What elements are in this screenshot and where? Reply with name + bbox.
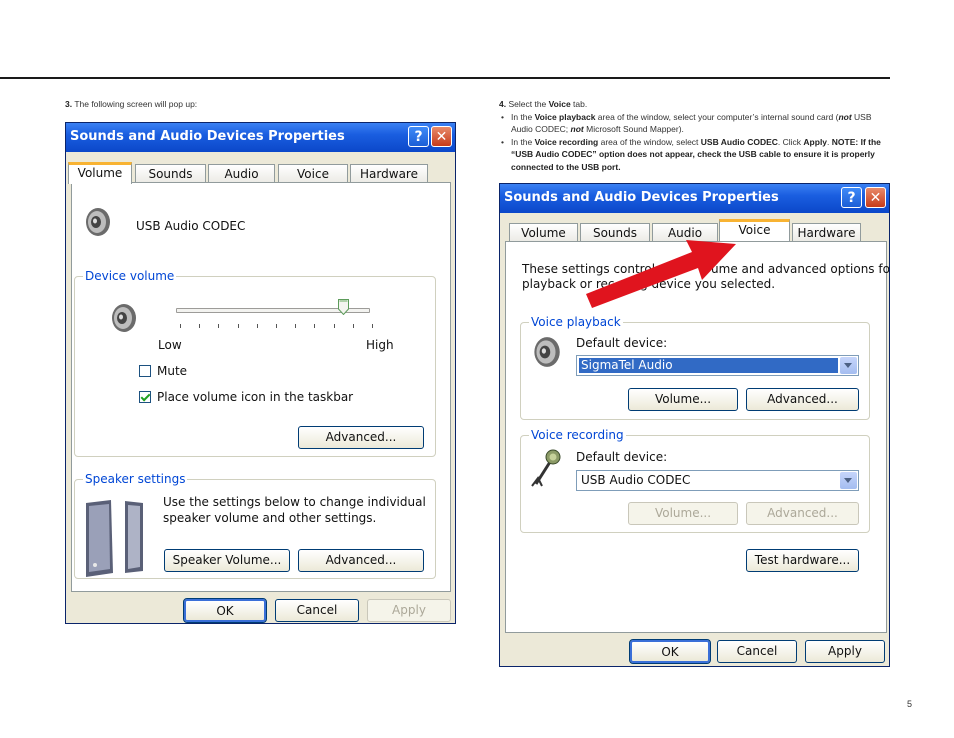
slider-tick	[295, 324, 297, 328]
speaker-info-line-1: Use the settings below to change individ…	[163, 495, 426, 509]
step-3-text: 3. The following screen will pop up:	[65, 99, 198, 109]
speaker-icon	[86, 208, 110, 236]
ok-button[interactable]: OK	[183, 598, 267, 623]
speaker-icon	[112, 304, 136, 332]
tab-hardware[interactable]: Hardware	[350, 164, 428, 182]
recording-device-value: USB Audio CODEC	[581, 473, 691, 487]
title-bar: Sounds and Audio Devices Properties ? ✕	[500, 184, 889, 213]
tab-volume[interactable]: Volume	[509, 223, 578, 241]
slider-tick	[352, 324, 354, 328]
voice-recording-label: Voice recording	[529, 428, 626, 442]
ok-button[interactable]: OK	[629, 639, 711, 664]
slider-tick	[314, 324, 316, 328]
slider-tick	[199, 324, 201, 328]
test-hardware-button[interactable]: Test hardware...	[746, 549, 859, 572]
slider-tick	[218, 324, 220, 328]
playback-device-select[interactable]: SigmaTel Audio	[576, 355, 859, 376]
mute-label: Mute	[157, 364, 188, 378]
help-button[interactable]: ?	[841, 187, 862, 208]
dialog-title: Sounds and Audio Devices Properties	[504, 190, 779, 205]
slider-tick	[180, 324, 181, 328]
playback-device-value: SigmaTel Audio	[579, 358, 838, 373]
apply-button[interactable]: Apply	[367, 599, 451, 622]
slider-tick	[372, 324, 373, 328]
cancel-button[interactable]: Cancel	[275, 599, 359, 622]
tab-hardware[interactable]: Hardware	[792, 223, 861, 241]
speaker-icon	[534, 337, 560, 367]
voice-playback-label: Voice playback	[529, 315, 623, 329]
advanced-button[interactable]: Advanced...	[298, 426, 424, 449]
speaker-settings-label: Speaker settings	[83, 472, 188, 486]
step-4-bullet-2: In the Voice recording area of the windo…	[501, 136, 891, 174]
slider-tick	[237, 324, 239, 328]
slider-tick	[276, 324, 277, 328]
speaker-advanced-button[interactable]: Advanced...	[298, 549, 424, 572]
help-button[interactable]: ?	[408, 126, 429, 147]
close-button[interactable]: ✕	[865, 187, 886, 208]
speaker-volume-button[interactable]: Speaker Volume...	[164, 549, 290, 572]
playback-volume-button[interactable]: Volume...	[628, 388, 738, 411]
chevron-down-icon[interactable]	[840, 357, 857, 374]
apply-button[interactable]: Apply	[805, 640, 885, 663]
dialog-voice-tab: Sounds and Audio Devices Properties ? ✕ …	[499, 183, 890, 667]
title-bar: Sounds and Audio Devices Properties ? ✕	[66, 123, 455, 152]
cancel-button[interactable]: Cancel	[717, 640, 797, 663]
header-rule	[0, 77, 890, 79]
playback-default-device-label: Default device:	[576, 336, 668, 350]
microphone-icon	[531, 449, 561, 487]
slider-tick	[333, 324, 335, 328]
recording-volume-button[interactable]: Volume...	[628, 502, 738, 525]
recording-advanced-button[interactable]: Advanced...	[746, 502, 859, 525]
tab-volume[interactable]: Volume	[68, 162, 132, 184]
taskbar-checkbox[interactable]	[139, 391, 151, 403]
low-label: Low	[158, 338, 182, 352]
red-arrow-icon	[586, 240, 736, 308]
tab-voice[interactable]: Voice	[278, 164, 348, 182]
step-4-bullet-1: In the Voice playback area of the window…	[501, 111, 891, 136]
speakers-icon	[86, 500, 143, 577]
dialog-volume-tab: Sounds and Audio Devices Properties ? ✕ …	[65, 122, 456, 624]
tab-sounds[interactable]: Sounds	[135, 164, 206, 182]
chevron-down-icon[interactable]	[840, 472, 857, 489]
recording-device-select[interactable]: USB Audio CODEC	[576, 470, 859, 491]
recording-default-device-label: Default device:	[576, 450, 668, 464]
playback-advanced-button[interactable]: Advanced...	[746, 388, 859, 411]
mute-checkbox[interactable]	[139, 365, 151, 377]
slider-tick	[256, 324, 258, 328]
dialog-title: Sounds and Audio Devices Properties	[70, 129, 345, 144]
tab-audio[interactable]: Audio	[208, 164, 275, 182]
page-number: 5	[907, 699, 913, 709]
close-button[interactable]: ✕	[431, 126, 452, 147]
speaker-info-line-2: speaker volume and other settings.	[163, 511, 377, 525]
device-name: USB Audio CODEC	[136, 219, 246, 233]
taskbar-label: Place volume icon in the taskbar	[157, 390, 354, 404]
step-4-text: 4. Select the Voice tab. In the Voice pl…	[499, 98, 891, 173]
device-volume-label: Device volume	[83, 269, 177, 283]
high-label: High	[366, 338, 394, 352]
volume-slider-thumb[interactable]	[338, 299, 350, 315]
